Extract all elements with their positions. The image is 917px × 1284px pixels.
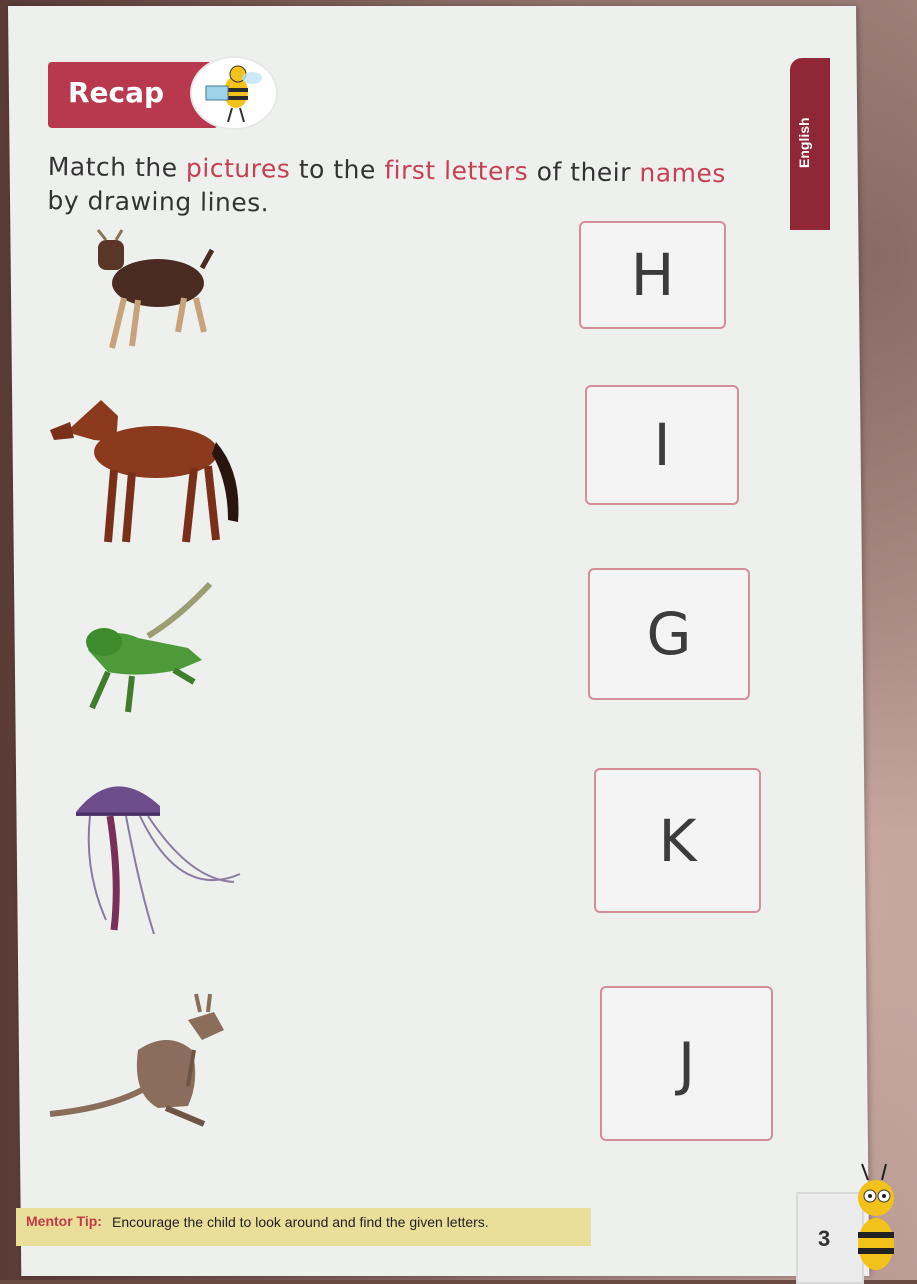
letter-box-g[interactable]: G: [588, 568, 750, 700]
horse-image[interactable]: [46, 392, 246, 557]
letter-box-k[interactable]: K: [594, 768, 761, 913]
instruction-text: Match the pictures to the first letters …: [47, 150, 788, 226]
instruction-part: Match the: [47, 151, 187, 183]
instruction-accent-first-letters: first letters: [384, 155, 529, 187]
subject-tab-label: English: [796, 117, 812, 168]
instruction-accent-pictures: pictures: [185, 153, 291, 184]
instruction-part: of their: [528, 157, 640, 188]
instruction-accent-names: names: [639, 158, 727, 189]
kangaroo-image[interactable]: [48, 990, 238, 1135]
instruction-part: to the: [290, 154, 385, 185]
bee-mascot-icon: [846, 1158, 906, 1281]
page-number: 3: [818, 1226, 831, 1251]
mentor-tip-text: Encourage the child to look around and f…: [112, 1214, 489, 1230]
recap-label: Recap: [68, 76, 165, 109]
letter-box-j[interactable]: J: [600, 986, 773, 1141]
letter-box-h[interactable]: H: [579, 221, 726, 329]
jellyfish-image[interactable]: [70, 770, 250, 945]
iguana-image[interactable]: [78, 578, 218, 733]
instruction-line2: by drawing lines.: [47, 185, 270, 218]
mentor-tip-label: Mentor Tip:: [26, 1213, 102, 1229]
letter-box-i[interactable]: I: [585, 385, 739, 505]
bee-reading-icon: [190, 56, 278, 130]
goat-image[interactable]: [88, 228, 218, 358]
